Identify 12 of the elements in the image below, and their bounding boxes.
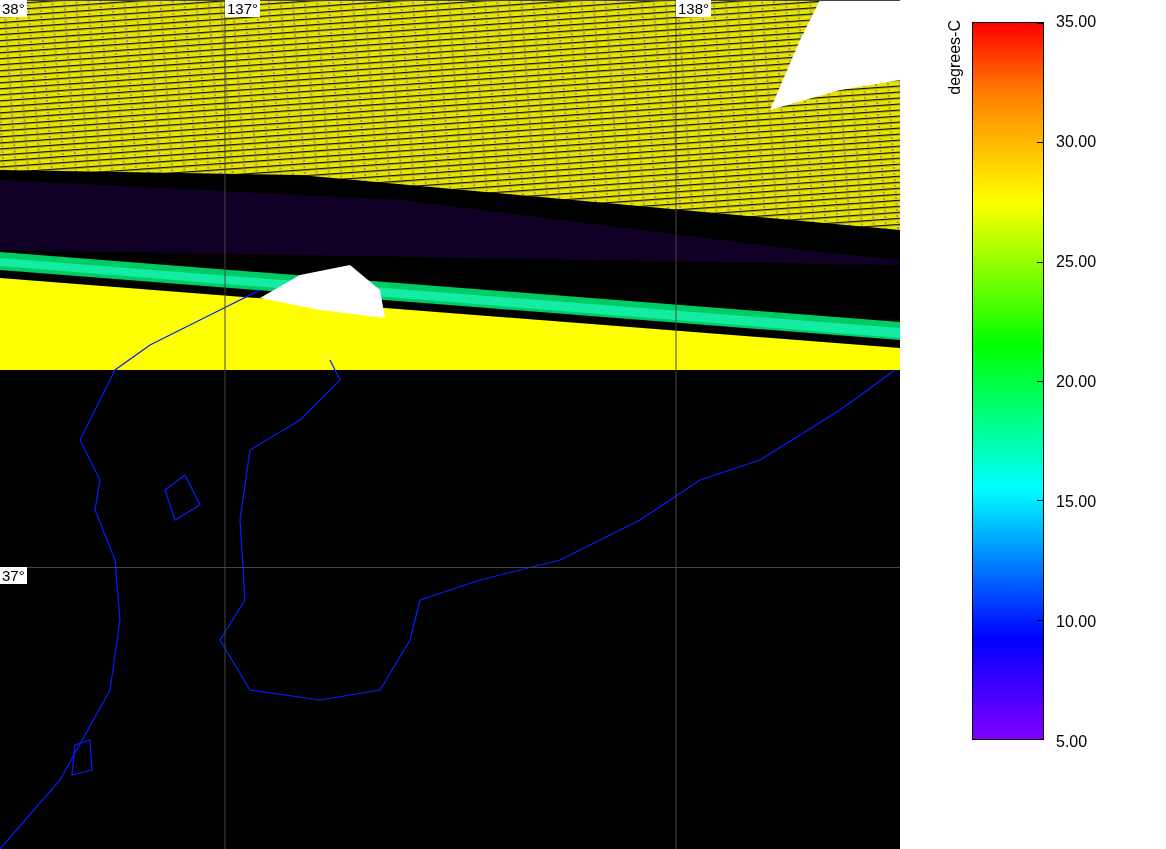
tick-label: 35.00: [1056, 14, 1097, 30]
tick-label: 20.00: [1056, 374, 1097, 390]
tick-label: 30.00: [1056, 134, 1097, 150]
colorbar-title: degrees-C: [946, 20, 964, 95]
tick-label: 15.00: [1056, 494, 1097, 510]
latitude-label: 37°: [0, 567, 27, 584]
tick-label: 10.00: [1056, 614, 1097, 630]
tick-label: 25.00: [1056, 254, 1097, 270]
longitude-label: 137°: [225, 0, 261, 17]
longitude-label: 138°: [676, 0, 712, 17]
tick-label: 5.00: [1056, 734, 1089, 750]
latitude-label: 38°: [0, 0, 27, 17]
